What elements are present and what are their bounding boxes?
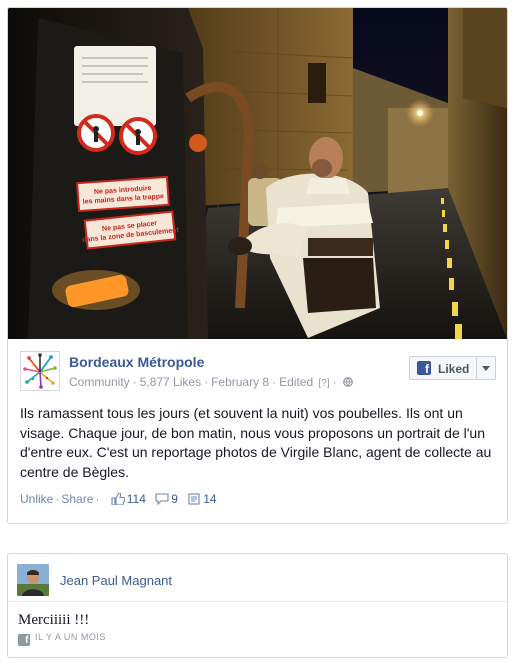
commenter-photo (17, 564, 49, 596)
post-date-link[interactable]: February 8 (211, 375, 269, 389)
meta-separator: · (272, 375, 277, 389)
page-avatar[interactable] (20, 351, 60, 391)
share-icon (188, 493, 200, 505)
meta-separator: · (332, 375, 337, 389)
comment-time-label: IL Y A UN MOIS (35, 632, 106, 642)
post-photo[interactable]: Ne pas introduire les mains dans la trap… (8, 8, 507, 339)
comment-icon (155, 493, 169, 505)
meta-separator: · (204, 375, 209, 389)
facebook-f-icon: f (18, 634, 30, 646)
facebook-f-icon: f (417, 361, 431, 376)
action-separator: · (55, 492, 60, 506)
page-name-link[interactable]: Bordeaux Métropole (69, 354, 204, 370)
post-message: Ils ramassent tous les jours (et souvent… (20, 405, 492, 480)
facebook-post-card: Ne pas introduire les mains dans la trap… (7, 7, 508, 524)
likes-count: 114 (126, 492, 146, 506)
shares-count-group[interactable]: 14 (187, 492, 217, 506)
commenter-name-link[interactable]: Jean Paul Magnant (60, 573, 172, 588)
comment-timestamp[interactable]: f IL Y A UN MOIS (18, 632, 106, 646)
thumbs-up-icon (111, 493, 125, 505)
post-header: Bordeaux Métropole Community · 5,877 Likes… (20, 351, 496, 393)
likes-count-group[interactable]: 114 (111, 492, 146, 506)
page-category: Community (69, 375, 130, 389)
globe-icon[interactable] (342, 377, 353, 387)
help-marker[interactable]: [?] (318, 378, 329, 389)
unlike-link[interactable]: Unlike (20, 492, 53, 506)
comments-count: 9 (171, 492, 178, 506)
night-garbage-truck-photo: Ne pas introduire les mains dans la trap… (8, 8, 507, 339)
comment-text: Merciiiii !!! (18, 612, 90, 628)
page-likes-count[interactable]: 5,877 Likes (140, 375, 201, 389)
comment-header: Jean Paul Magnant (8, 554, 507, 602)
action-separator: · (95, 492, 100, 506)
comment-card: Jean Paul Magnant Merciiiii !!! f IL Y A … (7, 553, 508, 658)
post-meta: Community · 5,877 Likes · February 8 · Edited … (69, 375, 353, 389)
bordeaux-metropole-logo-icon (21, 352, 59, 390)
liked-button-label: Liked (438, 362, 470, 376)
liked-button[interactable]: f Liked (409, 356, 496, 380)
post-actions-bar: Unlike · Share · 114 9 14 (20, 492, 217, 506)
chevron-down-icon[interactable] (476, 357, 495, 379)
edited-link[interactable]: Edited (279, 375, 313, 389)
meta-separator: · (132, 375, 137, 389)
comments-count-group[interactable]: 9 (155, 492, 178, 506)
shares-count: 14 (203, 492, 217, 506)
share-link[interactable]: Share (61, 492, 93, 506)
commenter-avatar[interactable] (17, 564, 49, 596)
